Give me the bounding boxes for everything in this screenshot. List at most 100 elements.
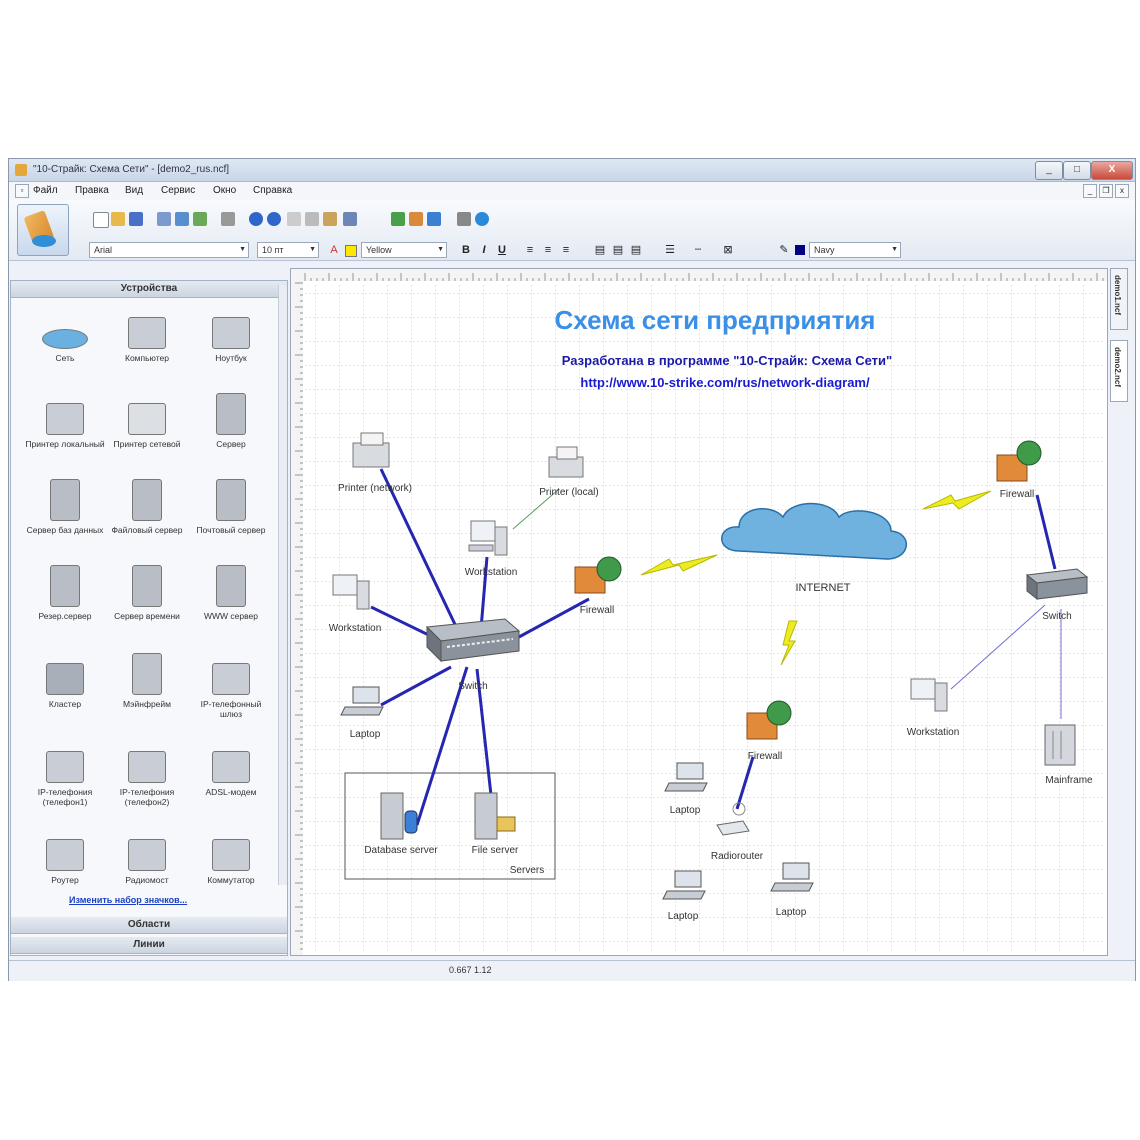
font-size-select[interactable]: 10 пт ▼ [257,242,319,258]
doc-menu-icon[interactable]: ▫ [15,184,29,198]
devices-header[interactable]: Устройства [11,281,287,298]
line-color-icon[interactable]: ✎ [777,243,791,257]
device-label: Принтер сетевой [113,439,181,449]
fill-color-swatch-icon[interactable] [343,243,357,257]
device-item[interactable]: Ноутбук [191,307,271,363]
switch2-label: Switch [1042,611,1071,622]
device-item[interactable]: Сервер [191,393,271,449]
device-item[interactable]: Принтер локальный [25,393,105,449]
device-label: Резер.сервер [38,611,92,621]
menu-help[interactable]: Справка [253,185,292,196]
copy-icon[interactable] [305,212,319,226]
change-icon-set-link[interactable]: Изменить набор значков... [69,895,187,905]
line-style-icon[interactable]: ┄ [691,243,705,257]
export-icon[interactable] [193,212,207,226]
italic-button[interactable]: I [477,243,491,257]
print-preview-icon[interactable] [157,212,171,226]
device-item[interactable]: Кластер [25,653,105,709]
device-item[interactable]: IP-телефония (телефон2) [107,741,187,807]
doc-restore-icon[interactable]: ❐ [1099,184,1113,198]
device-item[interactable]: IP-телефония (телефон1) [25,741,105,807]
help-icon[interactable] [475,212,489,226]
device-item[interactable]: Почтовый сервер [191,479,271,535]
device-label: Принтер локальный [25,439,105,449]
pointer-tool-button[interactable] [17,204,69,256]
device-item[interactable]: Мэйнфрейм [107,653,187,709]
adsl-modem-icon [212,751,250,783]
tab-demo1[interactable]: demo1.ncf [1110,268,1128,330]
palette-scrollbar[interactable] [278,285,287,885]
device-item[interactable]: Роутер [25,829,105,885]
device-item[interactable]: IP-телефонный шлюз [191,653,271,719]
router-icon [46,839,84,871]
menu-service[interactable]: Сервис [161,185,195,196]
device-palette: Устройства Сеть Компьютер Ноутбук Принтер л… [10,280,288,956]
valign-top-icon[interactable]: ▤ [593,243,607,257]
device-item[interactable]: Сервер времени [107,565,187,621]
areas-header[interactable]: Области [11,917,287,934]
minimize-button[interactable]: _ [1035,161,1063,180]
new-file-icon[interactable] [93,212,109,228]
diagram-canvas[interactable]: Схема сети предприятия Разработана в про… [290,268,1108,956]
toolbar: Arial ▼ 10 пт ▼ A Yellow ▼ B I U ≡ ≡ ≡ ▤ ▤ … [9,200,1135,261]
device-item[interactable]: Принтер сетевой [107,393,187,449]
menu-view[interactable]: Вид [125,185,143,196]
tab-demo2[interactable]: demo2.ncf [1110,340,1128,402]
device-item[interactable]: Радиомост [107,829,187,885]
doc-close-icon[interactable]: x [1115,184,1129,198]
device-item[interactable]: ADSL-модем [191,741,271,797]
bold-button[interactable]: B [459,243,473,257]
switch2-icon[interactable] [1025,568,1089,601]
fill-color-select[interactable]: Yellow ▼ [361,242,447,258]
diagram-subtitle: Разработана в программе "10-Страйк: Схем… [562,353,892,368]
device-item[interactable]: Резер.сервер [25,565,105,621]
align-left-icon[interactable]: ≡ [523,243,537,257]
redo-icon[interactable] [267,212,281,226]
document-tabs: demo1.ncf demo2.ncf [1110,268,1128,428]
find-icon[interactable] [343,212,357,226]
save-icon[interactable] [129,212,143,226]
device-item[interactable]: Коммутатор [191,829,271,885]
menu-edit[interactable]: Правка [75,185,109,196]
properties-icon[interactable] [427,212,441,226]
mainframe-icon[interactable] [1044,724,1076,766]
diagram-url[interactable]: http://www.10-strike.com/rus/network-dia… [580,375,870,390]
menu-window[interactable]: Окно [213,185,236,196]
doc-minimize-icon[interactable]: _ [1083,184,1097,198]
line-width-icon[interactable]: ☰ [663,243,677,257]
text-color-icon[interactable]: A [327,243,341,257]
email-icon[interactable] [175,212,189,226]
underline-button[interactable]: U [495,243,509,257]
device-item[interactable]: Файловый сервер [107,479,187,535]
print-icon[interactable] [221,212,235,226]
laptop3-label: Laptop [668,911,699,922]
maximize-button[interactable]: □ [1063,161,1091,180]
menu-file[interactable]: Файл [33,185,58,196]
line-color-swatch-icon[interactable] [793,243,807,257]
close-button[interactable]: X [1091,161,1133,180]
font-family-select[interactable]: Arial ▼ [89,242,249,258]
valign-bottom-icon[interactable]: ▤ [629,243,643,257]
workstation3-label: Workstation [907,727,960,738]
device-label: ADSL-модем [205,787,257,797]
mainframe-icon [132,653,162,695]
device-item[interactable]: WWW сервер [191,565,271,621]
tool-icon[interactable] [409,212,423,226]
device-label: Почтовый сервер [196,525,266,535]
valign-middle-icon[interactable]: ▤ [611,243,625,257]
line-color-select[interactable]: Navy ▼ [809,242,901,258]
scan-network-icon[interactable] [391,212,405,226]
paste-icon[interactable] [323,212,337,226]
line-end-icon[interactable]: ⊠ [721,243,735,257]
align-right-icon[interactable]: ≡ [559,243,573,257]
open-folder-icon[interactable] [111,212,125,226]
undo-icon[interactable] [249,212,263,226]
lines-header[interactable]: Линии [11,937,287,954]
device-label: Сервер времени [114,611,180,621]
align-center-icon[interactable]: ≡ [541,243,555,257]
device-item[interactable]: Сервер баз данных [25,479,105,535]
device-item[interactable]: Компьютер [107,307,187,363]
cut-icon[interactable] [287,212,301,226]
device-item[interactable]: Сеть [25,307,105,363]
options-icon[interactable] [457,212,471,226]
